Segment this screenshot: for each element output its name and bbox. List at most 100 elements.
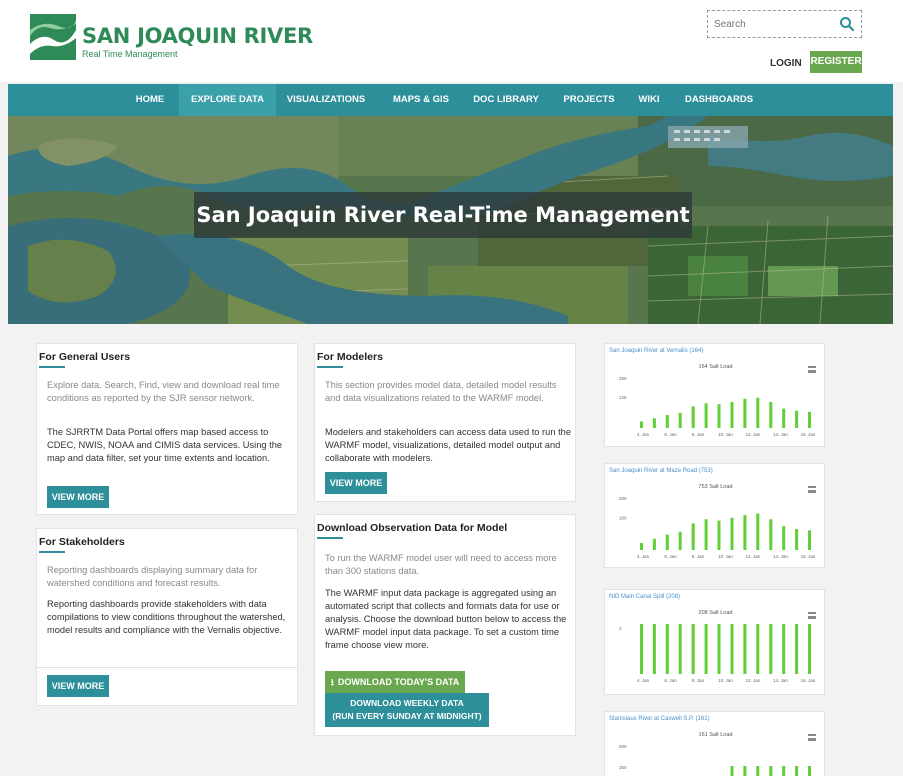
- download-today-button[interactable]: ⭳ DOWNLOAD TODAY'S DATA: [325, 671, 465, 693]
- download-card: Download Observation Data for Model To r…: [314, 514, 576, 736]
- x-tick-label: 16. Jan: [801, 678, 816, 683]
- chart-bar[interactable]: [691, 406, 695, 428]
- x-tick-label: 6. Jan: [664, 432, 677, 437]
- chart-bar[interactable]: [730, 624, 734, 674]
- view-more-button[interactable]: VIEW MORE: [47, 675, 109, 697]
- chart-bar[interactable]: [743, 624, 747, 674]
- register-button[interactable]: REGISTER: [810, 51, 862, 73]
- x-tick-label: 12. Jan: [746, 554, 761, 559]
- chart-bar[interactable]: [756, 624, 760, 674]
- nav-explore-data[interactable]: EXPLORE DATA: [179, 84, 276, 116]
- y-tick-label: 2: [619, 626, 622, 631]
- view-more-button[interactable]: VIEW MORE: [325, 472, 387, 494]
- download-weekly-button[interactable]: DOWNLOAD WEEKLY DATA (RUN EVERY SUNDAY A…: [325, 693, 489, 727]
- chart-bar[interactable]: [652, 538, 656, 550]
- download-icon: ⭳: [330, 677, 334, 687]
- chart-bar[interactable]: [704, 624, 708, 674]
- x-tick-label: 10. Jan: [718, 678, 733, 683]
- chart-bar[interactable]: [730, 766, 734, 776]
- chart-bar[interactable]: [795, 410, 799, 428]
- chart-bar[interactable]: [795, 766, 799, 776]
- card-title: Download Observation Data for Model: [317, 522, 508, 534]
- chart-bar[interactable]: [665, 534, 669, 550]
- title-underline: [317, 366, 343, 368]
- chart-bar[interactable]: [717, 624, 721, 674]
- y-tick-label: 500: [619, 744, 627, 749]
- chart-bar[interactable]: [678, 624, 682, 674]
- chart-bar[interactable]: [652, 624, 656, 674]
- general-users-card: For General Users Explore data. Search, …: [36, 343, 298, 515]
- search-icon[interactable]: [839, 16, 855, 32]
- chart-bar[interactable]: [756, 513, 760, 550]
- download-today-label: DOWNLOAD TODAY'S DATA: [337, 677, 460, 687]
- x-tick-label: 8. Jan: [692, 678, 705, 683]
- chart-bar[interactable]: [782, 408, 786, 428]
- chart-bar[interactable]: [808, 530, 811, 550]
- y-tick-label: 200: [619, 496, 627, 501]
- chart-bar[interactable]: [769, 766, 773, 776]
- chart-bar[interactable]: [678, 412, 682, 428]
- chart-bar[interactable]: [756, 766, 760, 776]
- chart-bar[interactable]: [678, 531, 682, 550]
- nav-wiki[interactable]: WIKI: [637, 84, 661, 116]
- login-link[interactable]: LOGIN: [770, 58, 802, 69]
- chart-bar[interactable]: [665, 415, 669, 428]
- chart-bar[interactable]: [769, 519, 773, 550]
- view-more-button[interactable]: VIEW MORE: [47, 486, 109, 508]
- nav-doc-library[interactable]: DOC LIBRARY: [471, 84, 541, 116]
- stakeholders-card: For Stakeholders Reporting dashboards di…: [36, 528, 298, 706]
- chart-bar[interactable]: [808, 766, 811, 776]
- chart-bar[interactable]: [691, 523, 695, 550]
- nav-visualizations[interactable]: VISUALIZATIONS: [284, 84, 368, 116]
- chart-bar[interactable]: [782, 624, 786, 674]
- chart-bar[interactable]: [691, 624, 695, 674]
- x-tick-label: 16. Jan: [801, 432, 816, 437]
- card-intro: Explore data. Search, Find, view and dow…: [47, 380, 280, 403]
- search-input[interactable]: [714, 15, 832, 33]
- chart-plot: 500 250: [619, 744, 811, 776]
- nav-maps-gis[interactable]: MAPS & GIS: [390, 84, 452, 116]
- chart-bar[interactable]: [717, 404, 721, 428]
- nav-dashboards[interactable]: DASHBOARDS: [684, 84, 754, 116]
- chart-bar[interactable]: [704, 403, 708, 428]
- x-tick-label: 14. Jan: [773, 554, 788, 559]
- chart-bar[interactable]: [769, 624, 773, 674]
- search-box[interactable]: [707, 10, 862, 38]
- nav-home[interactable]: HOME: [132, 84, 168, 116]
- chart-bar[interactable]: [665, 624, 669, 674]
- logo-title: SAN JOAQUIN RIVER: [82, 24, 313, 48]
- x-tick-label: 8. Jan: [692, 554, 705, 559]
- chart-bar[interactable]: [769, 402, 773, 428]
- x-tick-label: 4. Jan: [637, 678, 650, 683]
- chart-bar[interactable]: [730, 517, 734, 550]
- chart-bar[interactable]: [743, 766, 747, 776]
- chart-bar[interactable]: [756, 397, 760, 428]
- chart-bar[interactable]: [795, 529, 799, 550]
- chart-plot: 2 4. Jan 6. Jan 8. Jan 10. Jan 12. Jan 14. Jan…: [619, 624, 816, 683]
- chart-bar[interactable]: [808, 624, 811, 674]
- x-tick-label: 10. Jan: [718, 554, 733, 559]
- card-body: Modelers and stakeholders can access dat…: [325, 427, 571, 463]
- chart-bar[interactable]: [640, 624, 643, 674]
- site-logo[interactable]: SAN JOAQUIN RIVER Real Time Management: [30, 14, 313, 64]
- chart-bar[interactable]: [743, 398, 747, 428]
- x-tick-label: 6. Jan: [664, 554, 677, 559]
- chart-bar[interactable]: [795, 624, 799, 674]
- chart-bar[interactable]: [717, 520, 721, 550]
- y-tick-label: 100: [619, 516, 627, 521]
- chart-bar[interactable]: [640, 543, 643, 550]
- chart-bar[interactable]: [652, 418, 656, 428]
- nav-projects[interactable]: PROJECTS: [563, 84, 615, 116]
- x-tick-label: 6. Jan: [664, 678, 677, 683]
- chart-bar[interactable]: [782, 526, 786, 550]
- chart-bar[interactable]: [808, 411, 811, 428]
- y-tick-label: 125: [619, 395, 627, 400]
- hero-banner: San Joaquin River Real-Time Management: [8, 116, 893, 324]
- chart-bar[interactable]: [743, 515, 747, 550]
- chart-bar[interactable]: [782, 766, 786, 776]
- chart-bar[interactable]: [730, 402, 734, 428]
- download-weekly-label: DOWNLOAD WEEKLY DATA: [350, 698, 464, 708]
- x-tick-label: 16. Jan: [801, 554, 816, 559]
- chart-bar[interactable]: [704, 519, 708, 550]
- chart-bar[interactable]: [640, 421, 643, 429]
